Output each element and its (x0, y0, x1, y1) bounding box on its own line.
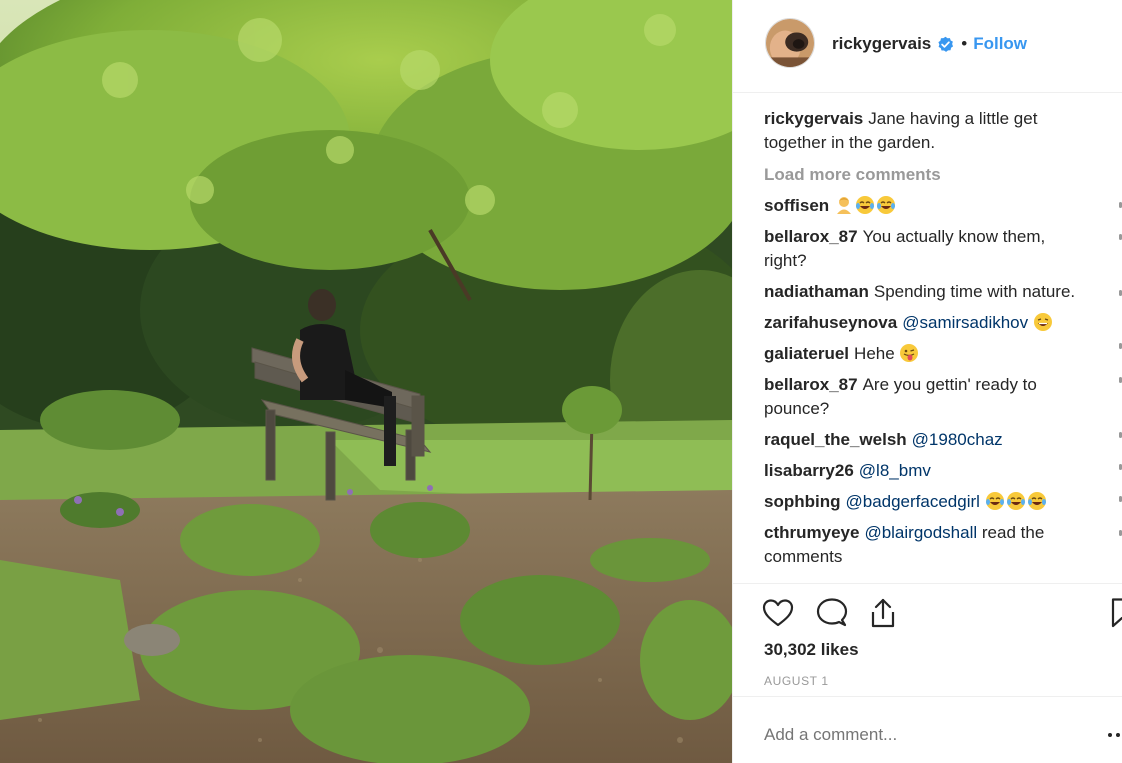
grinning-emoji-icon (1033, 312, 1053, 332)
add-comment-input[interactable] (764, 723, 1094, 747)
post-caption: rickygervais Jane having a little get tog… (764, 107, 1084, 155)
winking-tongue-emoji-icon (899, 343, 919, 363)
comment-username[interactable]: bellarox_87 (764, 227, 858, 246)
comment-username[interactable]: cthrumyeye (764, 523, 859, 542)
comment-button[interactable] (815, 596, 849, 630)
laughing-tears-emoji-icon (985, 491, 1005, 511)
bookmark-icon (1111, 598, 1122, 628)
comment-username[interactable]: zarifahuseynova (764, 313, 897, 332)
instagram-post-view: rickygervais • Follow rickygervais Jane h… (0, 0, 1122, 763)
comment-like-icons-column (1118, 200, 1122, 580)
comment-mention[interactable]: @l8_bmv (859, 461, 931, 480)
follow-button[interactable]: Follow (973, 34, 1027, 54)
comment-mention[interactable]: @badgerfacedgirl (845, 492, 979, 511)
avatar-image (766, 19, 814, 67)
comment-username[interactable]: raquel_the_welsh (764, 430, 907, 449)
post-details-panel: rickygervais • Follow rickygervais Jane h… (732, 0, 1122, 763)
comment-item: soffisen (764, 194, 1084, 218)
garden-photo-illustration (0, 0, 732, 763)
verified-badge-icon (937, 36, 954, 53)
post-header: rickygervais • Follow (733, 0, 1122, 93)
person-emoji-icon (834, 195, 854, 215)
comment-item: bellarox_87 Are you gettin' ready to poun… (764, 373, 1084, 421)
heart-icon (762, 599, 794, 627)
post-date[interactable]: AUGUST 1 (764, 674, 829, 688)
comments-list[interactable]: rickygervais Jane having a little get tog… (764, 107, 1084, 583)
likes-count[interactable]: 30,302 likes (764, 640, 859, 660)
laughing-tears-emoji-icon (855, 195, 875, 215)
comment-username[interactable]: nadiathaman (764, 282, 869, 301)
share-upload-icon (871, 598, 895, 628)
save-button[interactable] (1105, 596, 1122, 630)
comment-username[interactable]: sophbing (764, 492, 840, 511)
comment-item: sophbing @badgerfacedgirl (764, 490, 1084, 514)
laughing-tears-emoji-icon (1006, 491, 1026, 511)
more-options-icon[interactable] (1108, 733, 1122, 739)
comment-mention[interactable]: @samirsadikhov (902, 313, 1028, 332)
comment-item: cthrumyeye @blairgodshall read the commen… (764, 521, 1084, 569)
comment-bubble-icon (816, 598, 848, 627)
comment-item: galiateruel Hehe (764, 342, 1084, 366)
post-photo[interactable] (0, 0, 732, 763)
avatar[interactable] (765, 18, 815, 68)
post-author-username[interactable]: rickygervais (832, 34, 931, 54)
comment-item: bellarox_87 You actually know them, right… (764, 225, 1084, 273)
like-button[interactable] (761, 596, 795, 630)
laughing-tears-emoji-icon (876, 195, 896, 215)
comment-item: zarifahuseynova @samirsadikhov (764, 311, 1084, 335)
comment-item: raquel_the_welsh @1980chaz (764, 428, 1084, 452)
comment-text: Spending time with nature. (873, 282, 1076, 301)
comment-item: lisabarry26 @l8_bmv (764, 459, 1084, 483)
comment-username[interactable]: lisabarry26 (764, 461, 854, 480)
post-actions-section: 30,302 likes AUGUST 1 (733, 583, 1122, 697)
comment-item: nadiathaman Spending time with nature. (764, 280, 1084, 304)
caption-username[interactable]: rickygervais (764, 109, 863, 128)
comment-username[interactable]: bellarox_87 (764, 375, 858, 394)
comment-mention[interactable]: @blairgodshall (864, 523, 977, 542)
load-more-comments-button[interactable]: Load more comments (764, 163, 1084, 187)
comment-username[interactable]: soffisen (764, 196, 829, 215)
comment-username[interactable]: galiateruel (764, 344, 849, 363)
laughing-tears-emoji-icon (1027, 491, 1047, 511)
comment-mention[interactable]: @1980chaz (912, 430, 1003, 449)
header-line: rickygervais • Follow (832, 33, 1027, 55)
comment-text: Hehe (854, 344, 895, 363)
share-button[interactable] (866, 596, 900, 630)
separator-dot: • (961, 34, 968, 53)
